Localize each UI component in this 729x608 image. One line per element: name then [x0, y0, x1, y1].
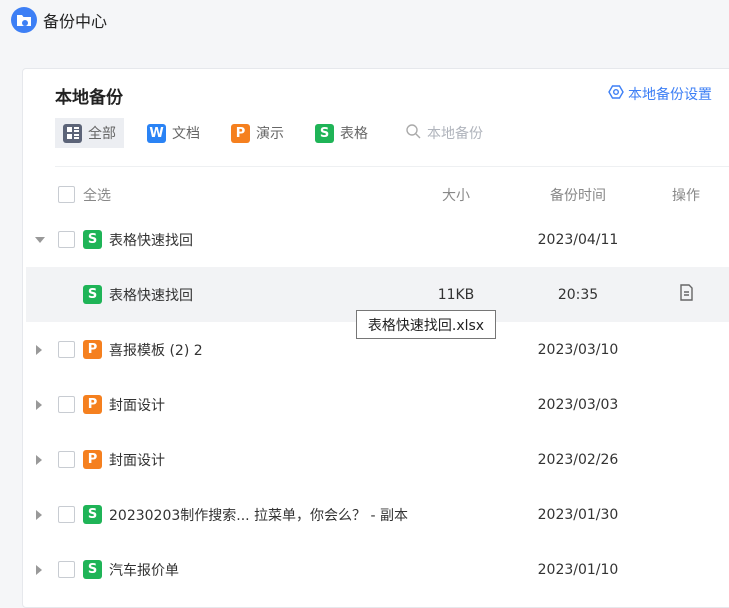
- backup-date: 2023/01/30: [537, 506, 619, 523]
- spreadsheet-icon: S: [315, 123, 334, 143]
- presentation-icon: P: [83, 395, 102, 414]
- backup-settings-link[interactable]: 本地备份设置: [608, 84, 712, 104]
- file-name: 封面设计: [109, 452, 165, 469]
- tab-label: 全部: [88, 126, 116, 142]
- collapse-arrow-icon[interactable]: [35, 236, 45, 243]
- file-name: 表格快速找回: [109, 232, 193, 249]
- col-action: 操作: [672, 187, 700, 204]
- search-input[interactable]: 本地备份: [405, 123, 483, 143]
- spreadsheet-icon: S: [83, 560, 102, 579]
- presentation-icon: P: [231, 123, 250, 143]
- select-all-label: 全选: [83, 187, 111, 204]
- backup-date: 2023/04/11: [537, 231, 619, 248]
- settings-hex-icon: [608, 84, 624, 104]
- settings-label: 本地备份设置: [628, 87, 712, 103]
- expand-arrow-icon[interactable]: [36, 564, 42, 575]
- table-row[interactable]: S 汽车报价单 2023/01/10: [26, 542, 729, 597]
- writer-icon: W: [147, 123, 166, 143]
- select-all-checkbox[interactable]: [58, 186, 75, 203]
- spreadsheet-icon: S: [83, 285, 102, 304]
- file-name: 封面设计: [109, 397, 165, 414]
- table-row[interactable]: S 20230203制作搜索... 拉菜单，你会么？ - 副本 2023/01/…: [26, 487, 729, 542]
- app-title: 备份中心: [43, 12, 108, 31]
- tab-spreadsheet[interactable]: S 表格: [307, 118, 376, 148]
- filter-tabs: 全部 W 文档 P 演示 S 表格 本地备份: [55, 118, 483, 148]
- row-checkbox[interactable]: [58, 396, 75, 413]
- file-name: 汽车报价单: [109, 562, 179, 579]
- open-file-icon[interactable]: [671, 284, 701, 305]
- grid-icon: [63, 123, 82, 143]
- file-size: 11KB: [437, 286, 475, 303]
- tab-doc[interactable]: W 文档: [139, 118, 208, 148]
- file-name: 20230203制作搜索... 拉菜单，你会么？ - 副本: [109, 507, 409, 524]
- filename-tooltip: 表格快速找回.xlsx: [356, 310, 496, 339]
- backup-date: 2023/01/10: [537, 561, 619, 578]
- tab-presentation[interactable]: P 演示: [223, 118, 292, 148]
- row-checkbox[interactable]: [58, 231, 75, 248]
- search-icon: [405, 123, 421, 143]
- backup-date: 2023/03/10: [537, 341, 619, 358]
- presentation-icon: P: [83, 340, 102, 359]
- table-row[interactable]: S 表格快速找回 2023/04/11: [26, 212, 729, 267]
- backup-date: 2023/02/26: [537, 451, 619, 468]
- expand-arrow-icon[interactable]: [36, 454, 42, 465]
- backup-logo-icon: [11, 7, 37, 33]
- col-size: 大小: [442, 187, 470, 204]
- spreadsheet-icon: S: [83, 505, 102, 524]
- table-row[interactable]: P 封面设计 2023/03/03: [26, 377, 729, 432]
- file-name: 表格快速找回: [109, 287, 193, 304]
- presentation-icon: P: [83, 450, 102, 469]
- panel-title: 本地备份: [55, 88, 123, 108]
- expand-arrow-icon[interactable]: [36, 344, 42, 355]
- tab-all[interactable]: 全部: [55, 118, 124, 148]
- backup-date: 2023/03/03: [537, 396, 619, 413]
- row-checkbox[interactable]: [58, 561, 75, 578]
- tab-label: 表格: [340, 126, 368, 142]
- row-checkbox[interactable]: [58, 506, 75, 523]
- backup-time: 20:35: [557, 286, 599, 303]
- row-checkbox[interactable]: [58, 451, 75, 468]
- search-placeholder: 本地备份: [427, 126, 483, 142]
- table-row[interactable]: P 封面设计 2023/02/26: [26, 432, 729, 487]
- col-time: 备份时间: [550, 187, 606, 204]
- row-checkbox[interactable]: [58, 341, 75, 358]
- expand-arrow-icon[interactable]: [36, 399, 42, 410]
- tab-label: 演示: [256, 126, 284, 142]
- app-header: 备份中心: [11, 7, 107, 33]
- expand-arrow-icon[interactable]: [36, 509, 42, 520]
- spreadsheet-icon: S: [83, 230, 102, 249]
- tab-label: 文档: [172, 126, 200, 142]
- file-name: 喜报模板 (2) 2: [109, 342, 203, 359]
